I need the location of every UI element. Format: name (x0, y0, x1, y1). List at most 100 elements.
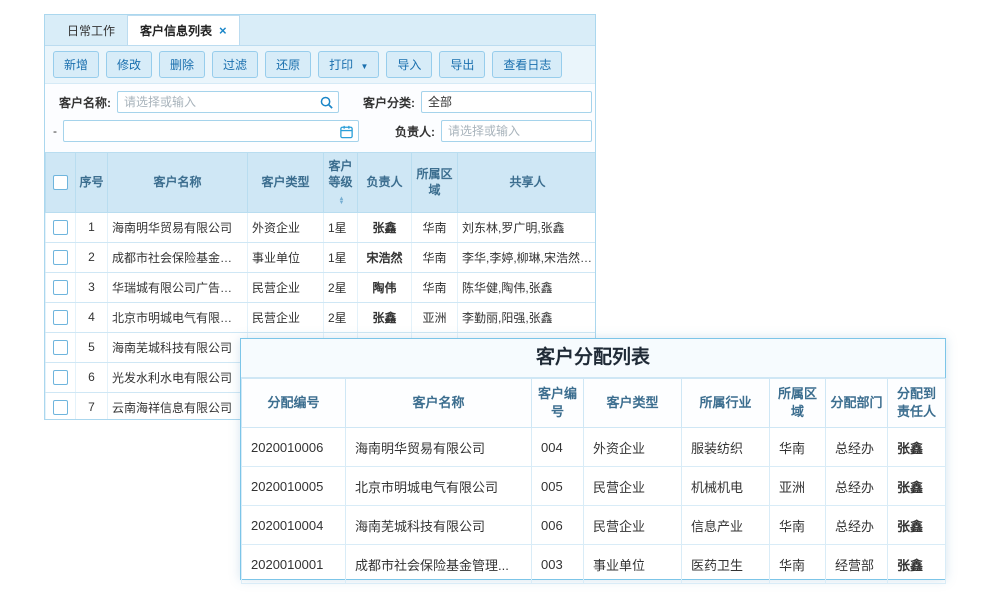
person-link[interactable]: 张鑫 (888, 467, 946, 506)
row-checkbox[interactable] (53, 280, 68, 295)
sort-icon[interactable]: ▲▼ (339, 197, 345, 205)
print-label: 打印 (329, 58, 353, 72)
cell-industry: 机械机电 (682, 467, 770, 506)
customer-table-header-row: 序号 客户名称 客户类型 客户等级▲▼ 负责人 所属区域 共享人 (46, 153, 597, 213)
customer-name-link[interactable]: 海南芜城科技有限公司 (346, 506, 532, 545)
alloc-no-link[interactable]: 2020010004 (242, 506, 346, 545)
filter-button[interactable]: 过滤 (212, 51, 258, 78)
row-checkbox[interactable] (53, 250, 68, 265)
view-log-button[interactable]: 查看日志 (492, 51, 562, 78)
customer-level-label: 客户等级 (328, 159, 352, 189)
person-link[interactable]: 张鑫 (888, 428, 946, 467)
close-icon[interactable]: × (219, 24, 227, 37)
customer-name-link[interactable]: 海南明华贸易有限公司 (108, 212, 248, 242)
select-all-checkbox[interactable] (53, 175, 68, 190)
import-button[interactable]: 导入 (386, 51, 432, 78)
row-checkbox[interactable] (53, 220, 68, 235)
customer-name-link[interactable]: 海南芜城科技有限公司 (108, 332, 248, 362)
cell-shared: 陈华健,陶伟,张鑫 (458, 272, 597, 302)
customer-name-link[interactable]: 北京市明城电气有限公司 (346, 467, 532, 506)
col-header-dept: 分配部门 (826, 379, 888, 428)
export-button[interactable]: 导出 (439, 51, 485, 78)
cell-shared: 李华,李婷,柳琳,宋浩然,张鑫 (458, 242, 597, 272)
cell-type: 民营企业 (248, 302, 324, 332)
cell-no: 2 (76, 242, 108, 272)
print-button[interactable]: 打印 ▼ (318, 51, 379, 78)
customer-row[interactable]: 3 华瑞城有限公司广告设计部 民营企业 2星 陶伟 华南 陈华健,陶伟,张鑫 (46, 272, 597, 302)
edit-button[interactable]: 修改 (106, 51, 152, 78)
cell-customer-no: 005 (532, 467, 584, 506)
date-input[interactable] (63, 120, 359, 142)
customer-name-link[interactable]: 海南明华贸易有限公司 (346, 428, 532, 467)
date-range-separator: - (53, 124, 57, 138)
cell-customer-no: 003 (532, 545, 584, 584)
col-header-customer-level[interactable]: 客户等级 ▲▼ (324, 153, 358, 213)
tab-customer-info-list[interactable]: 客户信息列表 × (127, 15, 240, 45)
tab-bar: 日常工作 客户信息列表 × (45, 15, 595, 46)
customer-name-link[interactable]: 北京市明城电气有限公司 (108, 302, 248, 332)
allocation-row[interactable]: 2020010006 海南明华贸易有限公司 004 外资企业 服装纺织 华南 总… (242, 428, 946, 467)
cell-customer-no: 004 (532, 428, 584, 467)
owner-input[interactable] (441, 120, 592, 142)
alloc-no-link[interactable]: 2020010001 (242, 545, 346, 584)
customer-allocation-panel: 客户分配列表 分配编号 客户名称 客户编号 客户类型 所属行业 所属区域 分配部… (240, 338, 946, 580)
owner-label: 负责人: (395, 123, 435, 140)
cell-level: 2星 (324, 272, 358, 302)
caret-down-icon: ▼ (360, 62, 368, 71)
customer-name-link[interactable]: 成都市社会保险基金管理... (108, 242, 248, 272)
person-link[interactable]: 张鑫 (888, 545, 946, 584)
col-header-shared: 共享人 (458, 153, 597, 213)
cell-type: 事业单位 (584, 545, 682, 584)
calendar-icon[interactable] (339, 124, 354, 139)
owner-link[interactable]: 陶伟 (358, 272, 412, 302)
customer-row[interactable]: 4 北京市明城电气有限公司 民营企业 2星 张鑫 亚洲 李勤丽,阳强,张鑫 (46, 302, 597, 332)
customer-name-input[interactable] (117, 91, 339, 113)
search-icon[interactable] (319, 95, 334, 110)
person-link[interactable]: 张鑫 (888, 506, 946, 545)
row-checkbox[interactable] (53, 370, 68, 385)
col-header-no: 序号 (76, 153, 108, 213)
alloc-no-link[interactable]: 2020010005 (242, 467, 346, 506)
allocation-row[interactable]: 2020010004 海南芜城科技有限公司 006 民营企业 信息产业 华南 总… (242, 506, 946, 545)
col-header-region: 所属区域 (412, 153, 458, 213)
cell-region: 华南 (412, 212, 458, 242)
desktop: 日常工作 客户信息列表 × 新增 修改 删除 过滤 还原 打印 ▼ 导入 导出 … (0, 0, 1000, 600)
customer-name-link[interactable]: 成都市社会保险基金管理... (346, 545, 532, 584)
add-button[interactable]: 新增 (53, 51, 99, 78)
cell-region: 亚洲 (412, 302, 458, 332)
col-header-alloc-no: 分配编号 (242, 379, 346, 428)
cell-dept: 经营部 (826, 545, 888, 584)
customer-row[interactable]: 1 海南明华贸易有限公司 外资企业 1星 张鑫 华南 刘东林,罗广明,张鑫 (46, 212, 597, 242)
cell-dept: 总经办 (826, 506, 888, 545)
allocation-row[interactable]: 2020010001 成都市社会保险基金管理... 003 事业单位 医药卫生 … (242, 545, 946, 584)
select-all-cell (46, 153, 76, 213)
customer-name-link[interactable]: 云南海祥信息有限公司 (108, 392, 248, 420)
col-header-person: 分配到责任人 (888, 379, 946, 428)
col-header-customer-name: 客户名称 (346, 379, 532, 428)
col-header-industry: 所属行业 (682, 379, 770, 428)
cell-shared: 李勤丽,阳强,张鑫 (458, 302, 597, 332)
tab-daily-work[interactable]: 日常工作 (55, 15, 127, 45)
cell-region: 华南 (770, 428, 826, 467)
customer-name-link[interactable]: 华瑞城有限公司广告设计部 (108, 272, 248, 302)
cell-region: 亚洲 (770, 467, 826, 506)
cell-dept: 总经办 (826, 428, 888, 467)
row-checkbox[interactable] (53, 400, 68, 415)
customer-category-select[interactable]: 全部 (421, 91, 592, 113)
customer-row[interactable]: 2 成都市社会保险基金管理... 事业单位 1星 宋浩然 华南 李华,李婷,柳琳… (46, 242, 597, 272)
cell-no: 5 (76, 332, 108, 362)
tab-daily-work-label: 日常工作 (67, 22, 115, 39)
allocation-row[interactable]: 2020010005 北京市明城电气有限公司 005 民营企业 机械机电 亚洲 … (242, 467, 946, 506)
delete-button[interactable]: 删除 (159, 51, 205, 78)
alloc-no-link[interactable]: 2020010006 (242, 428, 346, 467)
row-checkbox[interactable] (53, 340, 68, 355)
customer-category-label: 客户分类: (363, 94, 415, 111)
owner-link[interactable]: 宋浩然 (358, 242, 412, 272)
owner-link[interactable]: 张鑫 (358, 302, 412, 332)
cell-type: 事业单位 (248, 242, 324, 272)
customer-name-link[interactable]: 光发水利水电有限公司 (108, 362, 248, 392)
restore-button[interactable]: 还原 (265, 51, 311, 78)
row-checkbox[interactable] (53, 310, 68, 325)
col-header-customer-no: 客户编号 (532, 379, 584, 428)
owner-link[interactable]: 张鑫 (358, 212, 412, 242)
